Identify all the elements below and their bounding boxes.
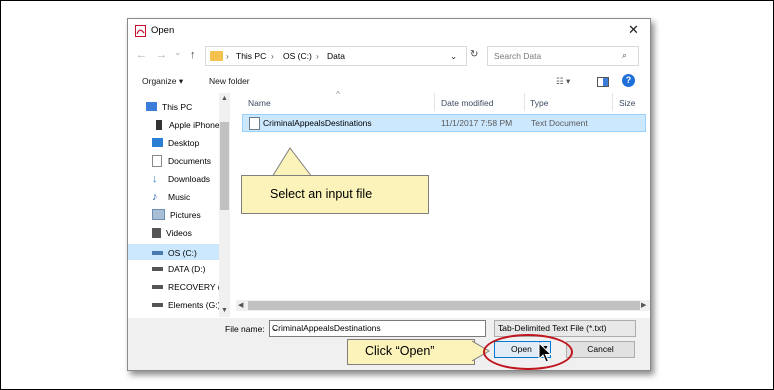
breadcrumb-data[interactable]: Data xyxy=(327,51,345,61)
monitor-icon xyxy=(146,102,157,112)
navigation-pane: This PC Apple iPhone Desktop Documents ↓… xyxy=(128,93,233,318)
breadcrumb-this-pc[interactable]: This PC xyxy=(236,51,266,61)
file-name-dropdown-icon[interactable]: ⌄ xyxy=(272,323,279,334)
address-bar[interactable]: › This PC › OS (C:) › Data ⌄ xyxy=(205,46,467,66)
scrollbar-thumb[interactable] xyxy=(248,301,640,310)
callout-click-open: Click “Open” xyxy=(347,339,475,365)
sidebar-item-videos[interactable]: Videos xyxy=(152,227,192,243)
callout-pointer xyxy=(271,147,313,178)
recent-locations-icon[interactable]: ⌄ xyxy=(174,47,182,58)
chevron-down-icon: ⌄ xyxy=(498,323,506,333)
window-title: Open xyxy=(151,25,175,36)
cancel-button[interactable]: Cancel xyxy=(566,341,635,358)
scroll-left-icon[interactable]: ◀ xyxy=(238,301,243,309)
column-divider[interactable] xyxy=(612,93,613,111)
text-file-icon xyxy=(249,117,260,130)
command-bar: Organize ▾ New folder ☷ ▾ ? xyxy=(128,71,650,93)
sidebar-item-os-c[interactable]: OS (C:) xyxy=(128,244,219,260)
callout-select-file: Select an input file xyxy=(241,175,429,214)
refresh-icon[interactable]: ↻ xyxy=(470,49,478,60)
address-dropdown-icon[interactable]: ⌄ xyxy=(450,51,457,62)
callout-joint xyxy=(319,177,365,179)
drive-icon xyxy=(152,302,163,307)
pictures-icon xyxy=(152,209,165,221)
mouse-cursor-icon xyxy=(538,342,552,363)
breadcrumb-separator: › xyxy=(226,51,229,61)
music-icon: ♪ xyxy=(152,191,158,203)
column-header-type[interactable]: Type xyxy=(530,98,548,108)
up-arrow-icon[interactable]: ↑ xyxy=(190,49,196,61)
drive-icon xyxy=(152,266,163,271)
search-icon: ⌕ xyxy=(622,50,628,60)
column-divider[interactable] xyxy=(434,93,435,111)
forward-arrow-icon[interactable]: → xyxy=(156,49,167,61)
sidebar-item-recovery-e[interactable]: RECOVERY (E xyxy=(152,281,226,297)
breadcrumb-separator: › xyxy=(271,51,274,61)
breadcrumb-os-c[interactable]: OS (C:) xyxy=(283,51,312,61)
new-folder-button[interactable]: New folder xyxy=(209,76,250,86)
file-type-value: Tab-Delimited Text File (*.txt) xyxy=(498,323,607,333)
sort-ascending-icon: ^ xyxy=(336,89,340,99)
scrollbar-thumb[interactable] xyxy=(220,122,229,210)
scroll-up-icon[interactable]: ▲ xyxy=(221,95,228,102)
download-icon: ↓ xyxy=(152,173,158,185)
file-name: CriminalAppealsDestinations xyxy=(263,118,372,128)
videos-icon xyxy=(152,227,161,238)
preview-pane-icon[interactable] xyxy=(597,77,609,87)
column-divider[interactable] xyxy=(524,93,525,111)
drive-icon xyxy=(152,250,163,255)
scroll-right-icon[interactable]: ▶ xyxy=(641,301,646,309)
sidebar-item-downloads[interactable]: ↓ Downloads xyxy=(152,173,210,189)
sidebar-item-desktop[interactable]: Desktop xyxy=(152,137,199,153)
file-name-input[interactable]: CriminalAppealsDestinations ⌄ xyxy=(269,320,486,337)
highlight-oval xyxy=(483,334,573,370)
sidebar-item-data-d[interactable]: DATA (D:) xyxy=(152,263,205,279)
pdf-app-icon xyxy=(135,25,146,37)
file-row[interactable]: CriminalAppealsDestinations 11/1/2017 7:… xyxy=(242,114,646,132)
back-arrow-icon[interactable]: ← xyxy=(136,49,147,61)
callout-open-text: Click “Open” xyxy=(365,344,435,358)
folder-icon xyxy=(210,51,223,61)
navigation-bar: ← → ⌄ ↑ › This PC › OS (C:) › Data ⌄ ↻ S… xyxy=(128,43,650,71)
title-bar: Open ✕ xyxy=(128,19,650,43)
scroll-down-icon[interactable]: ▼ xyxy=(221,307,228,314)
cancel-button-label: Cancel xyxy=(587,344,614,354)
desktop-icon xyxy=(152,138,163,148)
organize-button[interactable]: Organize ▾ xyxy=(142,76,183,87)
phone-icon xyxy=(156,119,162,130)
callout-select-text: Select an input file xyxy=(270,187,373,201)
navigation-scrollbar[interactable]: ▲ ▼ xyxy=(219,93,230,317)
documents-icon xyxy=(152,155,162,167)
close-icon[interactable]: ✕ xyxy=(628,22,639,38)
column-header-name[interactable]: Name xyxy=(248,98,271,108)
search-box[interactable]: Search Data ⌕ xyxy=(487,46,639,66)
sidebar-item-pictures[interactable]: Pictures xyxy=(152,209,201,225)
view-options-icon[interactable]: ☷ ▾ xyxy=(556,76,570,87)
drive-icon xyxy=(152,284,163,289)
search-placeholder: Search Data xyxy=(494,51,542,61)
breadcrumb-separator: › xyxy=(316,51,319,61)
column-header-size[interactable]: Size xyxy=(619,98,636,108)
file-date: 11/1/2017 7:58 PM xyxy=(441,118,513,128)
help-icon[interactable]: ? xyxy=(622,74,635,87)
file-name-label: File name: xyxy=(225,324,265,334)
horizontal-scrollbar[interactable]: ◀ ▶ xyxy=(236,300,650,311)
sidebar-item-this-pc[interactable]: This PC xyxy=(146,101,192,117)
column-header-date-modified[interactable]: Date modified xyxy=(441,98,493,108)
sidebar-item-elements-g[interactable]: Elements (G:) xyxy=(152,299,220,315)
file-type: Text Document xyxy=(531,118,588,128)
sidebar-item-documents[interactable]: Documents xyxy=(152,155,211,171)
sidebar-item-music[interactable]: ♪ Music xyxy=(152,191,190,207)
sidebar-item-apple-iphone[interactable]: Apple iPhone xyxy=(154,119,220,135)
file-name-value: CriminalAppealsDestinations xyxy=(272,323,381,333)
